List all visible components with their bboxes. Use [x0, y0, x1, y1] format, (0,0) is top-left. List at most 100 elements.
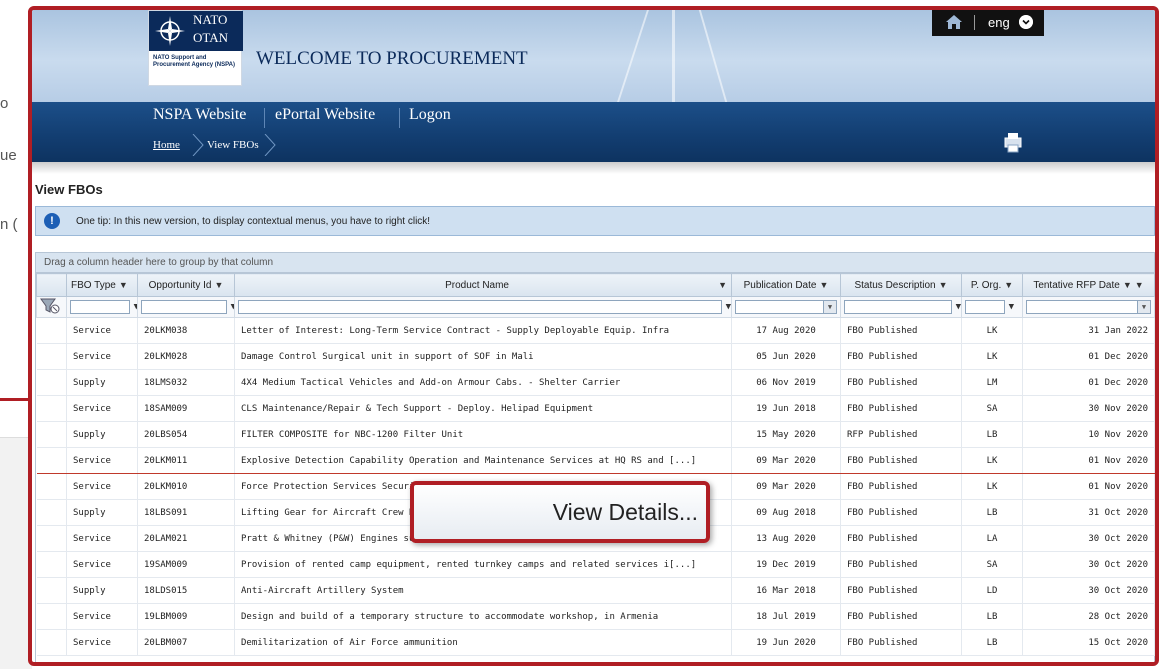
filter-icon[interactable]: ▼	[119, 280, 128, 290]
table-cell[interactable]: 16 Mar 2018	[731, 577, 841, 604]
table-cell[interactable]: 31 Jan 2022	[1022, 317, 1155, 344]
filter-icon[interactable]: ▼	[1004, 280, 1013, 290]
table-cell[interactable]: 18LDS015	[137, 577, 235, 604]
table-cell[interactable]: 20LAM021	[137, 525, 235, 552]
table-cell[interactable]: LB	[961, 421, 1023, 448]
filter-opportunity-id[interactable]: ▼	[137, 296, 235, 318]
table-row[interactable]: Service 20LKM038 Letter of Interest: Long-…	[36, 317, 1155, 344]
table-cell[interactable]: SA	[961, 551, 1023, 578]
nato-logo[interactable]: NATO OTAN NATO Support and Procurement A…	[148, 10, 243, 86]
table-cell[interactable]: RFP Published	[840, 421, 962, 448]
table-cell[interactable]: 4X4 Medium Tactical Vehicles and Add-on …	[234, 369, 732, 396]
table-cell[interactable]: Letter of Interest: Long-Term Service Co…	[234, 317, 732, 344]
filter-input[interactable]: ▼	[70, 300, 137, 314]
column-header-publication-date[interactable]: Publication Date ▼	[731, 273, 841, 297]
filter-product-name[interactable]: ▼	[234, 296, 732, 318]
table-cell[interactable]: 19LBM009	[137, 603, 235, 630]
clear-filter-icon[interactable]	[40, 298, 60, 314]
table-cell[interactable]: FBO Published	[840, 603, 962, 630]
filter-input[interactable]: ▼	[141, 300, 234, 314]
table-cell[interactable]: Service	[66, 629, 138, 656]
table-row[interactable]: Supply 18LMS032 4X4 Medium Tactical Vehicl…	[36, 369, 1155, 396]
table-cell[interactable]: Service	[66, 525, 138, 552]
table-cell[interactable]: FBO Published	[840, 629, 962, 656]
table-cell[interactable]: 09 Mar 2020	[731, 447, 841, 474]
table-cell[interactable]: Supply	[66, 499, 138, 526]
table-row[interactable]: Supply 20LBS054 FILTER COMPOSITE for NBC-1…	[36, 421, 1155, 448]
table-cell[interactable]: 18LMS032	[137, 369, 235, 396]
nav-nspa-website[interactable]: NSPA Website	[153, 106, 246, 124]
sort-desc-icon[interactable]: ▼	[1123, 280, 1132, 290]
column-header-tentative-rfp-date[interactable]: Tentative RFP Date ▼ ▼	[1022, 273, 1155, 297]
table-row[interactable]: Service 19SAM009 Provision of rented camp …	[36, 551, 1155, 578]
table-cell[interactable]: LM	[961, 369, 1023, 396]
table-cell[interactable]: FBO Published	[840, 551, 962, 578]
table-cell[interactable]: 30 Oct 2020	[1022, 525, 1155, 552]
table-cell[interactable]: Supply	[66, 421, 138, 448]
table-cell[interactable]: FBO Published	[840, 343, 962, 370]
table-cell[interactable]: 01 Nov 2020	[1022, 473, 1155, 500]
breadcrumb-home[interactable]: Home	[153, 139, 180, 151]
filter-tentative-rfp-date[interactable]: ▼	[1022, 296, 1155, 318]
home-icon[interactable]	[946, 15, 962, 29]
table-cell[interactable]: 05 Jun 2020	[731, 343, 841, 370]
table-cell[interactable]: LB	[961, 629, 1023, 656]
table-cell[interactable]: FBO Published	[840, 395, 962, 422]
table-cell[interactable]: FBO Published	[840, 473, 962, 500]
column-header-status-description[interactable]: Status Description ▼	[840, 273, 962, 297]
table-cell[interactable]: Service	[66, 395, 138, 422]
table-cell[interactable]: 10 Nov 2020	[1022, 421, 1155, 448]
chevron-down-icon[interactable]: ▼	[1137, 301, 1150, 313]
nav-logon[interactable]: Logon	[409, 106, 451, 124]
filter-input[interactable]: ▼	[238, 300, 731, 314]
column-header-product-name[interactable]: Product Name ▼	[234, 273, 732, 297]
filter-status-description[interactable]: ▼	[840, 296, 962, 318]
table-cell[interactable]: 19 Dec 2019	[731, 551, 841, 578]
column-header-opportunity-id[interactable]: Opportunity Id ▼	[137, 273, 235, 297]
clear-filter-cell[interactable]	[36, 296, 67, 318]
table-cell[interactable]: 30 Oct 2020	[1022, 577, 1155, 604]
table-cell[interactable]: 20LKM011	[137, 447, 235, 474]
table-cell[interactable]: 01 Dec 2020	[1022, 343, 1155, 370]
table-cell[interactable]: 30 Oct 2020	[1022, 551, 1155, 578]
table-cell[interactable]: Service	[66, 317, 138, 344]
table-cell[interactable]: LK	[961, 447, 1023, 474]
table-cell[interactable]: LB	[961, 499, 1023, 526]
table-cell[interactable]: FBO Published	[840, 317, 962, 344]
table-cell[interactable]: SA	[961, 395, 1023, 422]
filter-icon[interactable]: ▼	[956, 302, 961, 312]
table-cell[interactable]: Design and build of a temporary structur…	[234, 603, 732, 630]
filter-icon[interactable]: ▼	[214, 280, 223, 290]
table-cell[interactable]: 20LBS054	[137, 421, 235, 448]
language-label[interactable]: eng	[988, 15, 1010, 30]
table-cell[interactable]: 09 Aug 2018	[731, 499, 841, 526]
filter-icon[interactable]: ▼	[819, 280, 828, 290]
column-header-fbo-type[interactable]: FBO Type ▼	[66, 273, 138, 297]
nav-eportal-website[interactable]: ePortal Website	[275, 106, 375, 124]
table-cell[interactable]: 30 Nov 2020	[1022, 395, 1155, 422]
table-cell[interactable]: 15 May 2020	[731, 421, 841, 448]
table-cell[interactable]: 13 Aug 2020	[731, 525, 841, 552]
table-cell[interactable]: Supply	[66, 577, 138, 604]
filter-icon[interactable]: ▼	[134, 302, 137, 312]
table-cell[interactable]: Demilitarization of Air Force ammunition	[234, 629, 732, 656]
table-cell[interactable]: 19 Jun 2018	[731, 395, 841, 422]
filter-publication-date[interactable]: ▼	[731, 296, 841, 318]
table-cell[interactable]: 01 Nov 2020	[1022, 447, 1155, 474]
table-row[interactable]: Service 19LBM009 Design and build of a tem…	[36, 603, 1155, 630]
filter-icon[interactable]: ▼	[231, 302, 234, 312]
table-cell[interactable]: Explosive Detection Capability Operation…	[234, 447, 732, 474]
table-cell[interactable]: FBO Published	[840, 577, 962, 604]
table-cell[interactable]: LD	[961, 577, 1023, 604]
table-cell[interactable]: CLS Maintenance/Repair & Tech Support - …	[234, 395, 732, 422]
table-row[interactable]: Service 20LKM011 Explosive Detection Capab…	[36, 447, 1155, 474]
table-cell[interactable]: Service	[66, 447, 138, 474]
filter-fbo-type[interactable]: ▼	[66, 296, 138, 318]
table-cell[interactable]: 18 Jul 2019	[731, 603, 841, 630]
chevron-down-icon[interactable]	[1019, 15, 1033, 29]
table-cell[interactable]: FBO Published	[840, 369, 962, 396]
table-cell[interactable]: 18SAM009	[137, 395, 235, 422]
print-icon[interactable]	[1002, 132, 1024, 154]
table-cell[interactable]: Damage Control Surgical unit in support …	[234, 343, 732, 370]
filter-input[interactable]: ▼	[965, 300, 1014, 314]
